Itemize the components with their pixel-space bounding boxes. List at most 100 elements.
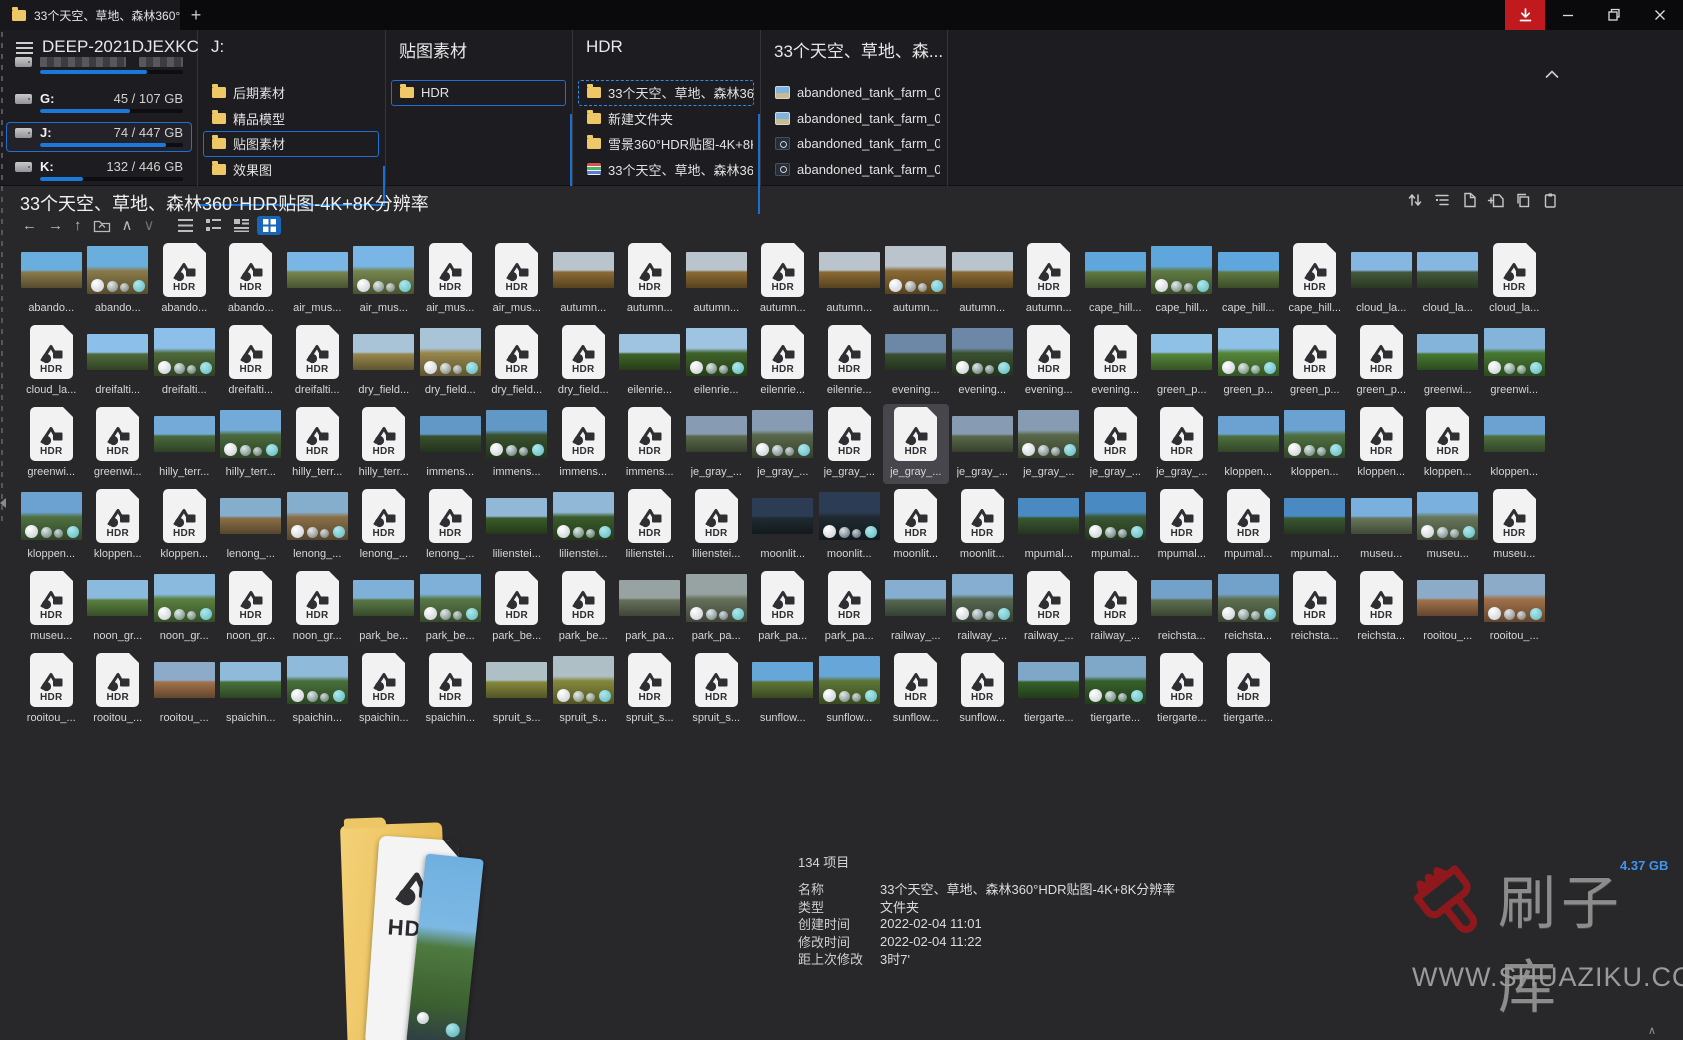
file-cell[interactable]: cape_hill... <box>1149 240 1216 320</box>
file-cell[interactable]: HDRmpumal... <box>1215 486 1282 566</box>
file-cell[interactable]: HDRreichsta... <box>1282 568 1349 648</box>
file-cell[interactable]: autumn... <box>683 240 750 320</box>
expand-list-icon[interactable]: ∨ <box>143 216 154 234</box>
file-cell[interactable]: HDRautumn... <box>1016 240 1083 320</box>
new-folder-icon[interactable] <box>1487 191 1505 209</box>
column-item[interactable]: 贴图素材 <box>203 131 379 157</box>
file-cell[interactable]: rooitou_... <box>151 650 218 730</box>
drive-item[interactable]: J:74 / 447 GB <box>6 122 192 152</box>
file-cell[interactable]: abando... <box>85 240 152 320</box>
file-cell[interactable]: HDRkloppen... <box>85 486 152 566</box>
file-cell[interactable]: HDRdreifalti... <box>284 322 351 402</box>
panel-collapse-arrow[interactable] <box>0 498 6 508</box>
file-cell[interactable]: spruit_s... <box>550 650 617 730</box>
file-cell[interactable]: eilenrie... <box>617 322 684 402</box>
restore-button[interactable] <box>1591 0 1637 30</box>
download-button[interactable] <box>1505 0 1545 30</box>
file-cell[interactable]: HDRspruit_s... <box>683 650 750 730</box>
file-cell[interactable]: autumn... <box>949 240 1016 320</box>
file-cell[interactable]: dreifalti... <box>151 322 218 402</box>
view-columns-button[interactable] <box>201 216 225 235</box>
device-list-icon[interactable] <box>16 42 33 54</box>
file-cell[interactable]: HDRnoon_gr... <box>284 568 351 648</box>
view-details-button[interactable] <box>229 216 253 235</box>
file-cell[interactable]: HDRcape_hill... <box>1282 240 1349 320</box>
file-cell[interactable]: museu... <box>1348 486 1415 566</box>
minimize-button[interactable] <box>1545 0 1591 30</box>
file-cell[interactable]: hilly_terr... <box>151 404 218 484</box>
file-cell[interactable]: noon_gr... <box>85 568 152 648</box>
file-cell[interactable]: HDRje_gray_... <box>816 404 883 484</box>
column-item[interactable]: 33个天空、草地、森林360°... <box>578 157 754 183</box>
file-cell[interactable]: hilly_terr... <box>218 404 285 484</box>
collapse-list-icon[interactable]: ∧ <box>122 216 133 234</box>
file-cell[interactable]: HDReilenrie... <box>816 322 883 402</box>
file-cell[interactable]: HDRmoonlit... <box>883 486 950 566</box>
folder-history-icon[interactable] <box>93 218 111 233</box>
file-cell[interactable]: HDRdreifalti... <box>218 322 285 402</box>
file-cell[interactable]: HDRmuseu... <box>1481 486 1548 566</box>
file-cell[interactable]: kloppen... <box>1481 404 1548 484</box>
file-cell[interactable]: park_pa... <box>683 568 750 648</box>
file-cell[interactable]: HDRautumn... <box>617 240 684 320</box>
column-item[interactable]: abandoned_tank_farm_04... <box>766 106 941 132</box>
file-cell[interactable]: HDRair_mus... <box>417 240 484 320</box>
file-cell[interactable]: HDRtiergarte... <box>1149 650 1216 730</box>
file-cell[interactable]: kloppen... <box>1282 404 1349 484</box>
column-item[interactable]: 33个天空、草地、森林360°... <box>578 80 754 106</box>
up-button[interactable]: ↑ <box>74 217 82 234</box>
file-cell[interactable]: noon_gr... <box>151 568 218 648</box>
file-cell[interactable]: HDRevening... <box>1016 322 1083 402</box>
file-cell[interactable]: HDRmuseu... <box>18 568 85 648</box>
file-cell[interactable]: green_p... <box>1215 322 1282 402</box>
file-cell[interactable]: je_gray_... <box>750 404 817 484</box>
drive-item[interactable] <box>6 54 192 84</box>
column-item[interactable]: 后期素材 <box>203 80 379 106</box>
file-cell[interactable]: HDRmpumal... <box>1149 486 1216 566</box>
column-item[interactable]: 精品模型 <box>203 106 379 132</box>
file-cell[interactable]: HDRkloppen... <box>151 486 218 566</box>
file-cell[interactable]: eilenrie... <box>683 322 750 402</box>
file-cell[interactable]: evening... <box>883 322 950 402</box>
file-cell[interactable]: HDRrooitou_... <box>85 650 152 730</box>
file-cell[interactable]: HDRrailway_... <box>1016 568 1083 648</box>
file-cell[interactable]: HDRgreenwi... <box>18 404 85 484</box>
file-cell[interactable]: immens... <box>417 404 484 484</box>
file-cell[interactable]: evening... <box>949 322 1016 402</box>
file-cell[interactable]: HDRdry_field... <box>484 322 551 402</box>
file-cell[interactable]: park_be... <box>417 568 484 648</box>
paste-icon[interactable] <box>1541 191 1559 209</box>
file-cell[interactable]: lilienstei... <box>550 486 617 566</box>
file-cell[interactable]: lenong_... <box>284 486 351 566</box>
file-cell[interactable]: HDRspruit_s... <box>617 650 684 730</box>
file-cell[interactable]: HDRpark_pa... <box>750 568 817 648</box>
file-cell[interactable]: reichsta... <box>1215 568 1282 648</box>
file-cell[interactable]: HDRgreenwi... <box>85 404 152 484</box>
file-cell[interactable]: HDRcloud_la... <box>18 322 85 402</box>
copy-icon[interactable] <box>1514 191 1532 209</box>
file-cell[interactable]: railway_... <box>949 568 1016 648</box>
back-button[interactable]: ← <box>22 217 37 234</box>
file-cell[interactable]: lilienstei... <box>484 486 551 566</box>
active-tab[interactable]: 33个天空、草地、森林360°H... <box>0 0 180 30</box>
file-cell[interactable]: cloud_la... <box>1348 240 1415 320</box>
file-cell[interactable]: HDRlenong_... <box>351 486 418 566</box>
close-button[interactable] <box>1637 0 1683 30</box>
file-cell[interactable]: HDRpark_be... <box>550 568 617 648</box>
file-cell[interactable]: railway_... <box>883 568 950 648</box>
file-cell[interactable]: cloud_la... <box>1415 240 1482 320</box>
file-cell[interactable]: HDRsunflow... <box>949 650 1016 730</box>
file-cell[interactable]: HDRevening... <box>1082 322 1149 402</box>
file-cell[interactable]: dry_field... <box>351 322 418 402</box>
file-cell[interactable]: HDRhilly_terr... <box>284 404 351 484</box>
new-file-icon[interactable] <box>1460 191 1478 209</box>
file-cell[interactable]: HDRimmens... <box>617 404 684 484</box>
file-cell[interactable]: park_be... <box>351 568 418 648</box>
file-cell[interactable]: park_pa... <box>617 568 684 648</box>
file-cell[interactable]: greenwi... <box>1481 322 1548 402</box>
column-item[interactable]: abandoned_tank_farm_04... <box>766 80 941 106</box>
file-cell[interactable]: HDRgreen_p... <box>1348 322 1415 402</box>
file-cell[interactable]: HDRpark_pa... <box>816 568 883 648</box>
view-list-button[interactable] <box>173 216 197 235</box>
column-item[interactable]: 效果图 <box>203 157 379 183</box>
